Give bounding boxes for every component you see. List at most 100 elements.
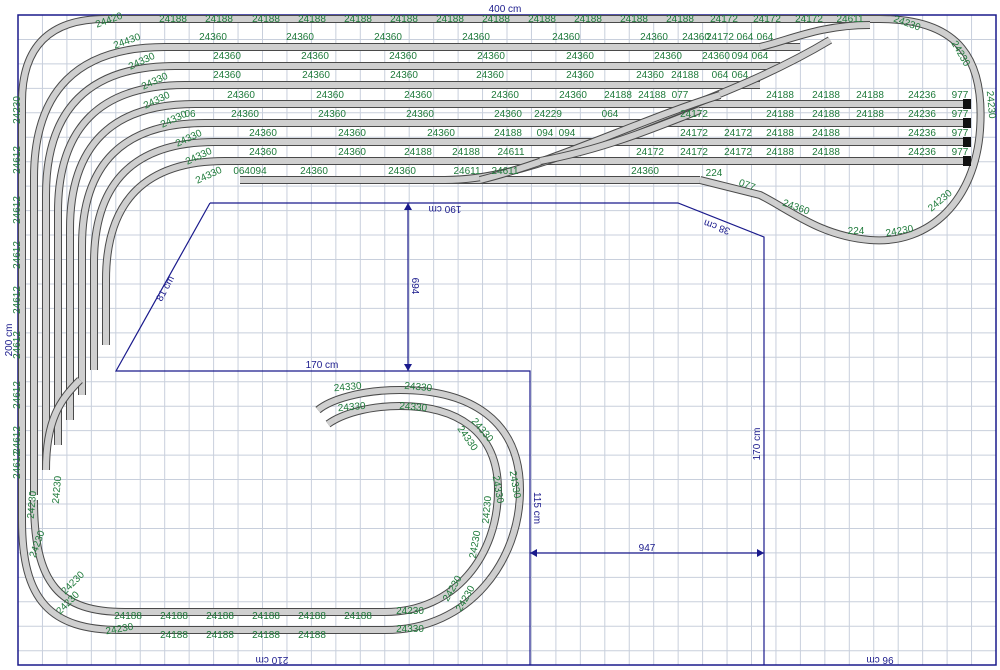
label-row9-1: 24360 — [300, 166, 328, 177]
track-plan: 400 cm 200 cm 210 cm 96 cm 190 cm 81 cm … — [4, 4, 997, 666]
label-spiral-9: 24230 — [396, 606, 424, 617]
label-bottom-straight-7: 24188 — [206, 630, 234, 641]
label-row9-2: 24360 — [388, 166, 416, 177]
label-row9-3: 24611 — [453, 166, 481, 177]
label-row8-1: 24360 — [338, 147, 366, 158]
label-row7-5: 094 — [559, 128, 576, 139]
label-row3-6: 24360 — [702, 51, 730, 62]
label-bottom-straight-6: 24188 — [160, 630, 188, 641]
label-bottom-straight-5: 24188 — [344, 611, 372, 622]
label-row8-3: 24188 — [452, 147, 480, 158]
label-row1-6: 24188 — [436, 14, 464, 25]
left-column-4 — [54, 81, 186, 445]
label-row5-4: 24360 — [559, 90, 587, 101]
bottom-inner-loop-fill — [31, 499, 385, 615]
label-row6-5: 24229 — [534, 109, 562, 120]
dim-inner-diag-left: 81 cm — [155, 274, 177, 303]
label-row1-14: 24172 — [795, 14, 823, 25]
label-row1-5: 24188 — [390, 14, 418, 25]
label-left-column-8: 24612 — [12, 451, 23, 479]
label-row7-1: 24360 — [338, 128, 366, 139]
label-bottom-straight-8: 24188 — [252, 630, 280, 641]
label-right-row2-0: 24172 — [680, 109, 708, 120]
bottom-inner-loop — [30, 499, 385, 616]
label-row5-6: 24188 — [638, 90, 666, 101]
label-row2-4: 24360 — [552, 32, 580, 43]
label-bottom-left-curve-1: 24230 — [51, 475, 64, 504]
label-right-row1-2: 24188 — [856, 90, 884, 101]
label-bottom-straight-9: 24188 — [298, 630, 326, 641]
label-left-column-6: 24612 — [12, 381, 23, 409]
label-right-row1-1: 24188 — [812, 90, 840, 101]
label-right-row2-2: 24188 — [812, 109, 840, 120]
label-row6-2: 24360 — [318, 109, 346, 120]
label-row2-1: 24360 — [286, 32, 314, 43]
label-row3-0: 24360 — [213, 51, 241, 62]
label-right-row3-0: 24172 — [680, 128, 708, 139]
label-bottom-straight-0: 24188 — [114, 611, 142, 622]
label-right-row3-3: 24188 — [812, 128, 840, 139]
label-row5-3: 24360 — [491, 90, 519, 101]
label-bottom-straight-2: 24188 — [206, 611, 234, 622]
label-corner-curve-0: 24420 — [94, 11, 124, 31]
label-bottom-left-curve-5: 24230 — [105, 622, 135, 638]
label-right-row1-4: 977 — [952, 90, 969, 101]
horizontal-arrow-head-right — [757, 549, 764, 557]
dim-mid-horizontal: 947 — [639, 543, 656, 554]
label-row2-9: 064 — [757, 32, 774, 43]
label-row2-2: 24360 — [374, 32, 402, 43]
label-row3-7: 094 — [732, 51, 749, 62]
label-row3-4: 24360 — [566, 51, 594, 62]
vertical-arrow-tail — [404, 203, 412, 210]
label-row1-9: 24188 — [574, 14, 602, 25]
label-left-column-4: 24612 — [12, 286, 23, 314]
dim-inner-top: 190 cm — [429, 203, 462, 214]
dim-bottom-right: 96 cm — [866, 654, 893, 665]
left-column-5-fill — [67, 101, 196, 420]
label-right-row1-3: 24236 — [908, 90, 936, 101]
label-row6-4: 24360 — [494, 109, 522, 120]
label-row1-2: 24188 — [252, 14, 280, 25]
left-column-8 — [102, 157, 226, 345]
label-right-row2-5: 977 — [952, 109, 969, 120]
dim-inner-horizontal: 170 cm — [306, 360, 339, 371]
label-row1-12: 24172 — [710, 14, 738, 25]
label-row1-7: 24188 — [482, 14, 510, 25]
label-right-row4-1: 24172 — [680, 147, 708, 158]
label-bottom-straight-1: 24188 — [160, 611, 188, 622]
label-right-curve-5: 224 — [706, 168, 723, 179]
label-row1-11: 24188 — [666, 14, 694, 25]
label-row7-0: 24360 — [249, 128, 277, 139]
label-row5-5: 24188 — [604, 90, 632, 101]
label-row1-8: 24188 — [528, 14, 556, 25]
label-right-row2-4: 24236 — [908, 109, 936, 120]
label-right-curve-2: 24230 — [984, 90, 997, 119]
label-left-column-2: 24612 — [12, 196, 23, 224]
label-right-row4-3: 24188 — [766, 147, 794, 158]
label-row7-2: 24360 — [427, 128, 455, 139]
label-right-row2-3: 24188 — [856, 109, 884, 120]
label-row6-1: 24360 — [231, 109, 259, 120]
label-row5-0: 24360 — [227, 90, 255, 101]
label-row1-10: 24188 — [620, 14, 648, 25]
label-row1-13: 24172 — [753, 14, 781, 25]
label-right-row4-6: 977 — [952, 147, 969, 158]
label-right-row3-4: 24236 — [908, 128, 936, 139]
label-row8-4: 24611 — [497, 147, 525, 158]
label-row1-0: 24188 — [159, 14, 187, 25]
label-row4-7: 064 — [712, 70, 729, 81]
label-right-row4-2: 24172 — [724, 147, 752, 158]
label-row3-2: 24360 — [389, 51, 417, 62]
label-right-curve-8: 224 — [848, 226, 865, 237]
label-row9-0: 064094 — [233, 166, 267, 177]
label-corner-curve-8: 24330 — [194, 165, 224, 187]
label-row3-1: 24360 — [301, 51, 329, 62]
label-spiral-3: 24330 — [399, 401, 428, 414]
left-column-8-fill — [103, 158, 226, 345]
label-right-curve-0: 24230 — [892, 14, 922, 34]
label-left-column-3: 24612 — [12, 241, 23, 269]
label-right-row2-1: 24188 — [766, 109, 794, 120]
label-right-row3-5: 977 — [952, 128, 969, 139]
label-row8-0: 24360 — [249, 147, 277, 158]
label-bottom-straight-3: 24188 — [252, 611, 280, 622]
